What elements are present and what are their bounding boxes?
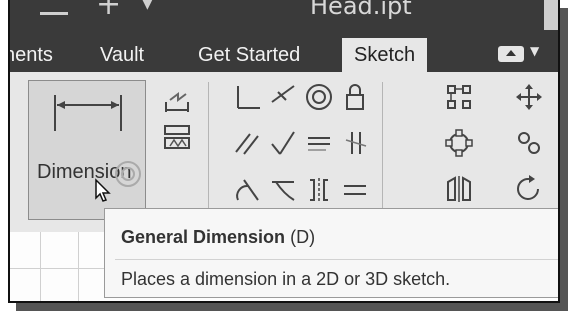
tooltip-title: General Dimension (D) bbox=[121, 227, 315, 248]
circular-array-icon[interactable] bbox=[444, 128, 474, 158]
add-icon[interactable]: + bbox=[96, 0, 121, 20]
copy-icon[interactable] bbox=[514, 128, 544, 158]
dimension-button[interactable]: Dimension bbox=[28, 80, 146, 220]
collinear-icon[interactable] bbox=[340, 128, 370, 158]
chevron-down-icon[interactable]: ▼ bbox=[530, 44, 539, 58]
symmetric-icon[interactable] bbox=[304, 174, 334, 204]
triangle-up-icon bbox=[506, 50, 516, 56]
lock-icon[interactable] bbox=[340, 82, 370, 112]
tangent-icon[interactable] bbox=[268, 82, 298, 112]
title-bar: + ▼ Head.ipt bbox=[10, 0, 558, 38]
move-icon[interactable] bbox=[514, 82, 544, 112]
ribbon-separator bbox=[208, 82, 209, 222]
equal-icon[interactable] bbox=[340, 174, 370, 204]
target-icon bbox=[115, 161, 141, 187]
line-dimension-icon[interactable] bbox=[162, 84, 192, 114]
tab-get-started[interactable]: Get Started bbox=[198, 38, 300, 72]
window-title: Head.ipt bbox=[310, 0, 412, 20]
tooltip: General Dimension (D) Places a dimension… bbox=[104, 208, 558, 298]
screenshot-frame: + ▼ Head.ipt nents Vault Get Started Ske… bbox=[8, 0, 560, 303]
auto-dimension-icon[interactable] bbox=[162, 122, 192, 152]
quick-access-icon[interactable] bbox=[40, 0, 68, 15]
tab-sketch[interactable]: Sketch bbox=[342, 38, 428, 72]
rectangle-array-icon[interactable] bbox=[444, 82, 474, 112]
chevron-down-icon[interactable]: ▼ bbox=[142, 0, 153, 12]
perpendicular-icon[interactable] bbox=[232, 82, 262, 112]
concentric-icon[interactable] bbox=[304, 82, 334, 112]
window-control[interactable] bbox=[544, 0, 558, 30]
frame-shadow-right bbox=[560, 8, 568, 311]
parallel-icon[interactable] bbox=[232, 128, 262, 158]
rotate-icon[interactable] bbox=[514, 174, 544, 204]
perpendicular2-icon[interactable] bbox=[268, 128, 298, 158]
tooltip-command-name: General Dimension bbox=[121, 227, 286, 247]
ribbon-toggle-button[interactable] bbox=[498, 46, 524, 62]
mouse-cursor-icon bbox=[95, 178, 111, 202]
tab-elements[interactable]: nents bbox=[10, 38, 53, 72]
horizontal-icon[interactable] bbox=[304, 128, 334, 158]
frame-shadow-bottom bbox=[16, 303, 568, 311]
tooltip-shortcut: (D) bbox=[290, 227, 316, 247]
smooth-icon[interactable] bbox=[232, 174, 262, 204]
ribbon-separator bbox=[382, 82, 383, 222]
tangent2-icon[interactable] bbox=[268, 174, 298, 204]
dimension-icon bbox=[54, 95, 122, 131]
tab-vault[interactable]: Vault bbox=[100, 38, 144, 72]
ribbon-tab-bar: nents Vault Get Started Sketch bbox=[10, 38, 558, 72]
tooltip-divider bbox=[115, 259, 558, 260]
tooltip-description: Places a dimension in a 2D or 3D sketch. bbox=[121, 269, 451, 289]
mirror-icon[interactable] bbox=[444, 174, 474, 204]
